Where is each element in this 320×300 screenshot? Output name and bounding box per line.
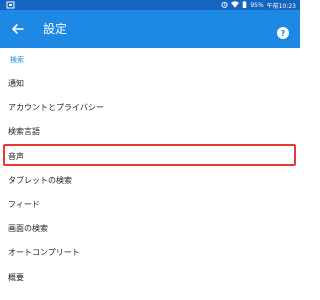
menu-item-label: 概要 — [8, 273, 24, 282]
alarm-icon — [221, 1, 228, 10]
menu-item-label: 検索言語 — [8, 127, 40, 136]
help-circle-icon[interactable]: ? — [277, 24, 289, 39]
menu-item-label: オートコンプリート — [8, 248, 80, 257]
menu-item-notifications[interactable]: 通知 — [0, 72, 300, 96]
menu-item-account-privacy[interactable]: アカウントとプライバシー — [0, 96, 300, 120]
menu-item-label: アカウントとプライバシー — [8, 103, 104, 112]
page-title: 設定 — [43, 22, 68, 36]
arrow-back-icon[interactable] — [8, 19, 28, 39]
svg-text:?: ? — [281, 29, 286, 38]
menu-item-search-language[interactable]: 検索言語 — [0, 120, 300, 144]
menu-item-autocomplete[interactable]: オートコンプリート — [0, 241, 300, 265]
app-bar: 設定 ? — [0, 10, 300, 48]
notification-icon — [6, 1, 18, 9]
settings-list: 検索 通知 アカウントとプライバシー 検索言語 音声 タブレットの検索 フィード… — [0, 48, 300, 300]
clock: 午前10:23 — [266, 2, 296, 10]
battery-icon — [242, 0, 247, 10]
wifi-icon — [231, 0, 240, 10]
highlight-box — [3, 144, 296, 166]
menu-item-label: 通知 — [8, 79, 24, 88]
menu-item-tablet-search[interactable]: タブレットの検索 — [0, 169, 300, 193]
menu-item-label: フィード — [8, 200, 40, 209]
menu-item-screen-search[interactable]: 画面の検索 — [0, 217, 300, 241]
menu-item-about[interactable]: 概要 — [0, 266, 300, 290]
section-header-search: 検索 — [10, 56, 24, 64]
menu-item-feed[interactable]: フィード — [0, 193, 300, 217]
status-right-group: 95% 午前10:23 — [218, 0, 296, 10]
battery-percent: 95% — [250, 1, 264, 9]
menu-item-label: 画面の検索 — [8, 224, 48, 233]
status-bar: 95% 午前10:23 — [0, 0, 300, 10]
menu-item-label: タブレットの検索 — [8, 176, 72, 185]
